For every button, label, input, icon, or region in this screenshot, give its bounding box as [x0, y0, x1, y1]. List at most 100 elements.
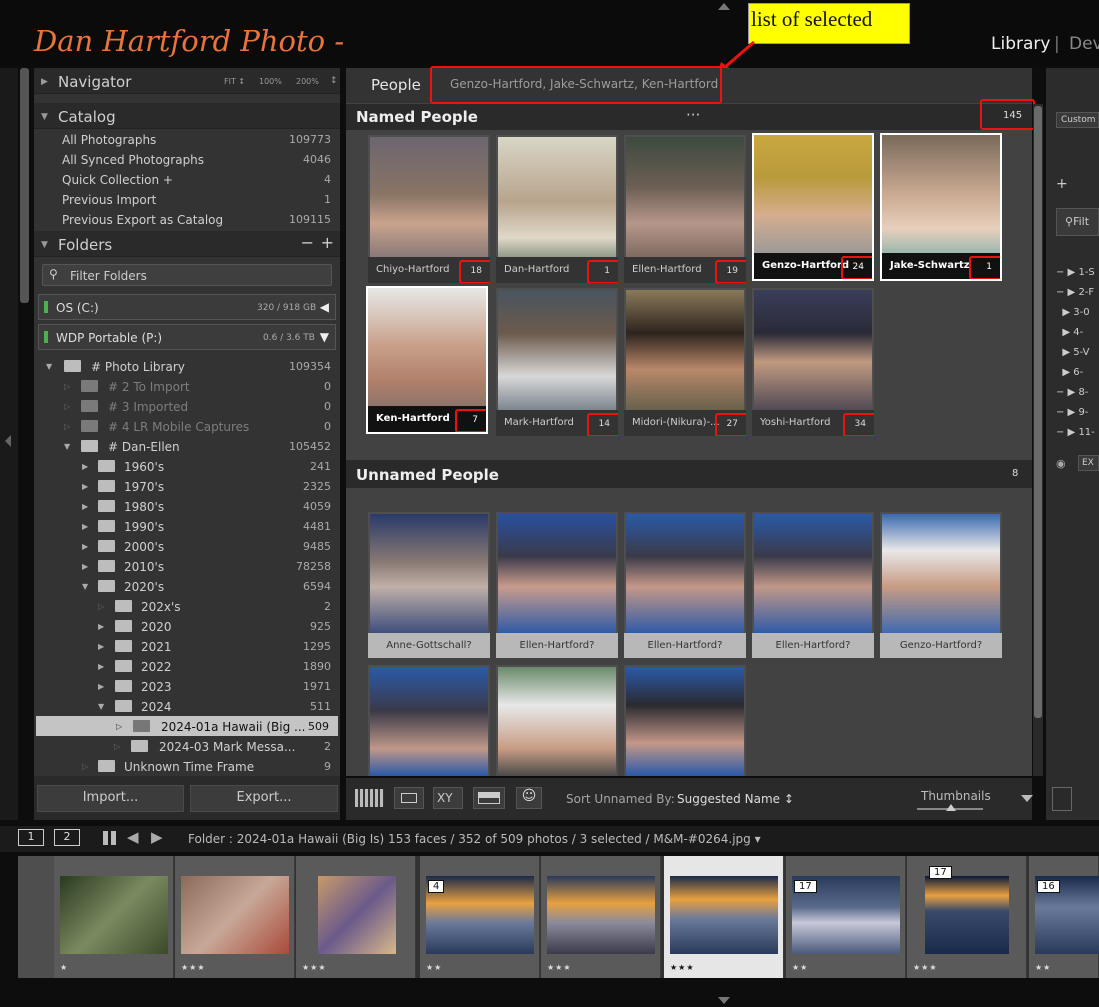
folder-row[interactable]: ▷ 202x's 2 [34, 596, 340, 616]
grid-scrollbar-thumb[interactable] [1034, 106, 1042, 718]
second-screen-button[interactable]: 2 [54, 829, 80, 846]
folder-row[interactable]: ▶ 2023 1971 [34, 676, 340, 696]
keyword-row[interactable]: ▶ 4- [1056, 323, 1095, 343]
catalog-item[interactable]: Previous Import 1 [62, 189, 340, 209]
volume-wdp[interactable]: WDP Portable (P:) 0.6 / 3.6 TB ▼ [38, 324, 336, 350]
filter-folders-field[interactable]: ⚲ Filter Folders [42, 264, 332, 286]
folder-row[interactable]: ▷ # 4 LR Mobile Captures 0 [34, 416, 340, 436]
zoom-100[interactable]: 100% [259, 77, 282, 86]
forward-arrow-icon[interactable]: ▶ [151, 828, 163, 846]
unnamed-face-card[interactable]: Genzo-Hartford? [880, 512, 1002, 658]
keyword-row[interactable]: ▶ 6- [1056, 363, 1095, 383]
collapse-bottom-icon[interactable] [718, 997, 730, 1004]
catalog-item[interactable]: All Photographs 109773 [62, 129, 340, 149]
filmstrip-thumb[interactable]: 17 ★★ [786, 856, 906, 978]
person-card[interactable]: Ellen-Hartford 19 [624, 135, 746, 283]
unnamed-face-card[interactable]: Anne-Gottschall? [368, 512, 490, 658]
keyword-row[interactable]: ▶ 5-V [1056, 343, 1095, 363]
keyword-row[interactable]: − ▶ 11- [1056, 423, 1095, 443]
keyword-row[interactable]: − ▶ 9- [1056, 403, 1095, 423]
folder-row[interactable]: ▶ 2010's 78258 [34, 556, 340, 576]
add-icon[interactable]: + [1056, 176, 1068, 192]
folder-row[interactable]: ▷ # 2 To Import 0 [34, 376, 340, 396]
eye-icon[interactable]: ◉ [1056, 457, 1066, 470]
import-button[interactable]: Import... [37, 785, 184, 812]
folder-row[interactable]: ▶ 1970's 2325 [34, 476, 340, 496]
people-view-icon[interactable]: ☺ [516, 787, 542, 809]
module-library[interactable]: Library [991, 34, 1050, 54]
filmstrip-thumb-selected[interactable]: ★★★ [664, 856, 784, 978]
unnamed-face-card[interactable]: Ellen-Hartford? [496, 512, 618, 658]
grid-view-icon[interactable] [355, 789, 384, 807]
person-card-selected[interactable]: Genzo-Hartford 24 [752, 133, 874, 281]
filter-field[interactable]: ⚲Filt [1056, 208, 1099, 236]
keyword-row[interactable]: − ▶ 8- [1056, 383, 1095, 403]
filmstrip-info[interactable]: Folder : 2024-01a Hawaii (Big Is) 153 fa… [188, 832, 761, 846]
person-card[interactable]: Chiyo-Hartford 18 [368, 135, 490, 283]
person-card[interactable]: Yoshi-Hartford 34 [752, 288, 874, 436]
unnamed-face-card[interactable] [624, 665, 746, 776]
preset-field[interactable]: Custom [1056, 112, 1099, 128]
catalog-item[interactable]: Quick Collection +4 [62, 169, 340, 189]
main-screen-button[interactable]: 1 [18, 829, 44, 846]
person-card[interactable]: Midori-(Nikura)-... 27 [624, 288, 746, 436]
folder-row[interactable]: ▼ # Photo Library 109354 [34, 356, 340, 376]
folder-row[interactable]: ▷ 2024-03 Mark Messa... 2 [34, 736, 340, 756]
folder-row[interactable]: ▷ # 3 Imported 0 [34, 396, 340, 416]
catalog-item[interactable]: Previous Export as Catalog 109115 [62, 209, 340, 229]
zoom-dropdown[interactable]: ↕ [330, 76, 338, 86]
grid-icon[interactable] [103, 831, 117, 845]
export-button[interactable]: Export... [190, 785, 338, 812]
filmstrip-thumb[interactable]: ★ [54, 856, 174, 978]
remove-folder-icon[interactable]: − [301, 233, 314, 252]
folder-row[interactable]: ▶ 1980's 4059 [34, 496, 340, 516]
person-card[interactable]: Mark-Hartford 14 [496, 288, 618, 436]
folder-row[interactable]: ▷ Unknown Time Frame 9 [34, 756, 340, 776]
folder-row[interactable]: ▶ 2000's 9485 [34, 536, 340, 556]
filmstrip-thumb[interactable]: 17 ★★★ [907, 856, 1027, 978]
toolbar-menu-icon[interactable] [1021, 795, 1033, 802]
more-icon[interactable]: ··· [686, 106, 700, 124]
folder-row[interactable]: ▶ 2020 925 [34, 616, 340, 636]
filmstrip-thumb[interactable]: ★★★ [296, 856, 416, 978]
keyword-row[interactable]: − ▶ 1-S [1056, 263, 1095, 283]
filmstrip-thumb[interactable]: 16 ★★ [1029, 856, 1099, 978]
filmstrip-thumb[interactable]: 4 ★★ [420, 856, 540, 978]
filmstrip-cell-partial[interactable] [18, 856, 54, 978]
folder-row[interactable]: ▶ 2021 1295 [34, 636, 340, 656]
folder-row[interactable]: ▼ # Dan-Ellen 105452 [34, 436, 340, 456]
zoom-200[interactable]: 200% [296, 77, 319, 86]
person-card-selected[interactable]: Jake-Schwartz 1 [880, 133, 1002, 281]
folder-row[interactable]: ▼ 2020's 6594 [34, 576, 340, 596]
catalog-item[interactable]: All Synced Photographs 4046 [62, 149, 340, 169]
folder-row[interactable]: ▼ 2024 511 [34, 696, 340, 716]
person-card[interactable]: Dan-Hartford 1 [496, 135, 618, 283]
keyword-row[interactable]: ▶ 3-0 [1056, 303, 1095, 323]
folder-row[interactable]: ▶ 1990's 4481 [34, 516, 340, 536]
collapse-left-icon[interactable] [5, 435, 11, 447]
folders-header[interactable]: ▼ Folders − + [34, 231, 340, 257]
compare-view-icon[interactable]: XY [433, 787, 463, 809]
collapse-top-icon[interactable] [718, 3, 730, 10]
filmstrip-thumb[interactable]: ★★★ [175, 856, 295, 978]
expand-volume-icon[interactable]: ▼ [320, 330, 329, 344]
catalog-header[interactable]: ▼ Catalog [34, 103, 340, 129]
add-folder-icon[interactable]: + [321, 233, 334, 252]
zoom-fit[interactable]: FIT ↕ [224, 77, 245, 86]
folder-row-selected[interactable]: ▷ 2024-01a Hawaii (Big ... 509 [36, 716, 338, 736]
volume-os[interactable]: OS (C:) 320 / 918 GB ◀ [38, 294, 336, 320]
folder-row[interactable]: ▶ 2022 1890 [34, 656, 340, 676]
unnamed-face-card[interactable] [368, 665, 490, 776]
unnamed-face-card[interactable]: Ellen-Hartford? [624, 512, 746, 658]
expand-button[interactable]: EX [1078, 455, 1099, 471]
unnamed-face-card[interactable] [496, 665, 618, 776]
navigator-header[interactable]: ▶ Navigator FIT ↕ 100% 200% ↕ [34, 68, 340, 94]
unnamed-face-card[interactable]: Ellen-Hartford? [752, 512, 874, 658]
person-card-selected[interactable]: Ken-Hartford 7 [366, 286, 488, 434]
right-footer-button[interactable] [1052, 787, 1072, 811]
keyword-row[interactable]: − ▶ 2-F [1056, 283, 1095, 303]
loupe-view-button[interactable] [394, 787, 424, 809]
survey-view-icon[interactable] [473, 787, 505, 809]
left-panel-scrollbar[interactable] [20, 68, 29, 303]
folder-row[interactable]: ▶ 1960's 241 [34, 456, 340, 476]
